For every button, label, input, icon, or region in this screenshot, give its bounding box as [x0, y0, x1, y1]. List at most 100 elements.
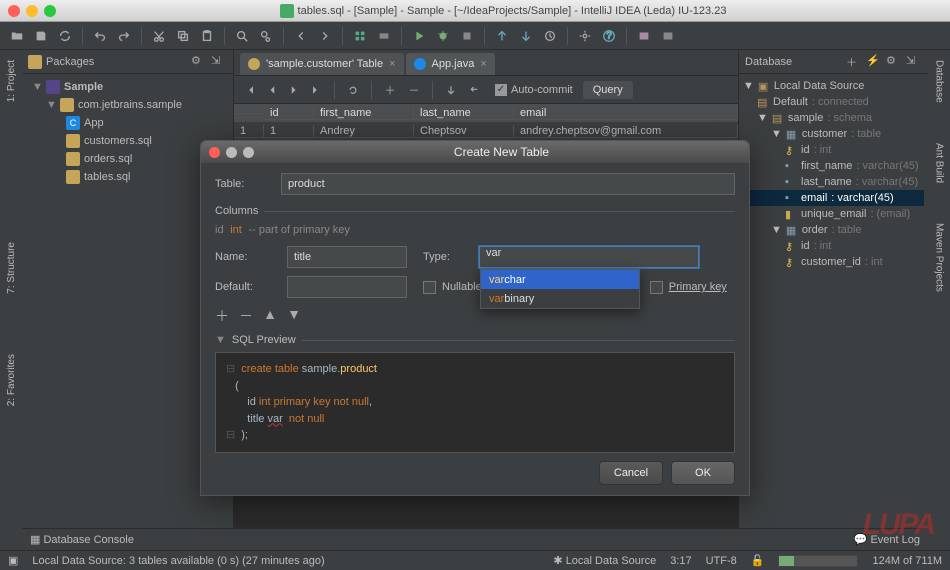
autocomplete-item[interactable]: varchar: [481, 270, 639, 289]
replace-icon[interactable]: [255, 25, 277, 47]
cut-icon[interactable]: [148, 25, 170, 47]
sync-icon[interactable]: [54, 25, 76, 47]
column-name-input[interactable]: title: [287, 246, 407, 268]
db-col[interactable]: ▪last_name: varchar(45): [743, 174, 924, 190]
sql-preview-section[interactable]: ▼SQL Preview: [215, 334, 735, 346]
remove-row-icon[interactable]: －: [404, 80, 424, 100]
status-toggle-icon[interactable]: ▣: [8, 554, 18, 567]
cancel-button[interactable]: Cancel: [599, 461, 663, 485]
close-icon[interactable]: ×: [389, 58, 395, 70]
tool1-icon[interactable]: [633, 25, 655, 47]
strip-database[interactable]: Database: [934, 56, 945, 107]
prev-page-icon[interactable]: [262, 80, 282, 100]
status-caret[interactable]: 3:17: [670, 555, 691, 567]
copy-icon[interactable]: [172, 25, 194, 47]
checkbox-icon[interactable]: ✓: [495, 84, 507, 96]
undo-icon[interactable]: [89, 25, 111, 47]
default-input[interactable]: [287, 276, 407, 298]
strip-maven[interactable]: Maven Projects: [934, 219, 945, 296]
filter-icon[interactable]: ⚡: [866, 54, 882, 70]
db-col[interactable]: ⚷id: int: [743, 142, 924, 158]
table-name-input[interactable]: product: [281, 173, 735, 195]
debug-icon[interactable]: [432, 25, 454, 47]
status-ds[interactable]: ✱ Local Data Source: [553, 554, 656, 567]
close-icon[interactable]: [209, 147, 220, 158]
db-table-order[interactable]: ▼▦order: table: [743, 222, 924, 238]
tree-item-tables[interactable]: tables.sql: [26, 168, 229, 186]
tree-root[interactable]: ▼Sample: [26, 78, 229, 96]
cell[interactable]: Andrey: [314, 125, 414, 138]
strip-project[interactable]: 1: Project: [6, 56, 17, 106]
save-icon[interactable]: [30, 25, 52, 47]
col-last-name[interactable]: last_name: [414, 107, 514, 120]
db-col[interactable]: ⚷id: int: [743, 238, 924, 254]
auto-commit[interactable]: ✓ Auto-commit: [489, 84, 579, 96]
run-config-icon[interactable]: [373, 25, 395, 47]
minimize-icon[interactable]: [26, 5, 38, 17]
run-icon[interactable]: [408, 25, 430, 47]
db-col-email[interactable]: ▪email: varchar(45): [743, 190, 924, 206]
cell[interactable]: Cheptsov: [414, 125, 514, 138]
forward-icon[interactable]: [314, 25, 336, 47]
reload-icon[interactable]: [343, 80, 363, 100]
db-default[interactable]: ▤Default: connected: [743, 94, 924, 110]
grid-row[interactable]: 1 1 Andrey Cheptsov andrey.cheptsov@gmai…: [234, 122, 738, 140]
nullable-checkbox[interactable]: Nullable: [423, 281, 482, 294]
db-col[interactable]: ▪first_name: varchar(45): [743, 158, 924, 174]
db-col[interactable]: ⚷customer_id: int: [743, 254, 924, 270]
tree-item-app[interactable]: CApp: [26, 114, 229, 132]
move-up-icon[interactable]: ▲: [263, 306, 277, 326]
collapse-icon[interactable]: ⇲: [906, 54, 922, 70]
project-pane-title[interactable]: Packages: [46, 56, 187, 68]
build-icon[interactable]: [349, 25, 371, 47]
col-first-name[interactable]: first_name: [314, 107, 414, 120]
add-column-icon[interactable]: ＋: [215, 306, 229, 326]
remove-column-icon[interactable]: －: [239, 306, 253, 326]
paste-icon[interactable]: [196, 25, 218, 47]
query-button[interactable]: Query: [583, 81, 633, 99]
maximize-icon[interactable]: [44, 5, 56, 17]
db-table-customer[interactable]: ▼▦customer: table: [743, 126, 924, 142]
help-icon[interactable]: ?: [598, 25, 620, 47]
add-ds-icon[interactable]: ＋: [846, 54, 862, 70]
close-icon[interactable]: [8, 5, 20, 17]
vcs-history-icon[interactable]: [539, 25, 561, 47]
status-encoding[interactable]: UTF-8: [706, 555, 737, 567]
revert-icon[interactable]: [465, 80, 485, 100]
db-index[interactable]: ▮unique_email: (email): [743, 206, 924, 222]
checkbox-icon[interactable]: [650, 281, 663, 294]
col-id[interactable]: id: [264, 107, 314, 120]
checkbox-icon[interactable]: [423, 281, 436, 294]
strip-antbuild[interactable]: Ant Build: [934, 139, 945, 187]
cell[interactable]: andrey.cheptsov@gmail.com: [514, 125, 738, 138]
column-type-input[interactable]: var varchar varbinary: [479, 246, 699, 268]
ok-button[interactable]: OK: [671, 461, 735, 485]
tree-item-orders[interactable]: orders.sql: [26, 150, 229, 168]
cell[interactable]: 1: [264, 125, 314, 138]
close-icon[interactable]: ×: [480, 58, 486, 70]
db-schema[interactable]: ▼▤sample: schema: [743, 110, 924, 126]
move-down-icon[interactable]: ▼: [287, 306, 301, 326]
status-lock-icon[interactable]: 🔓: [751, 554, 765, 567]
primarykey-checkbox[interactable]: Primary key: [650, 281, 727, 294]
strip-structure[interactable]: 7: Structure: [6, 238, 17, 298]
memory-bar[interactable]: [778, 555, 858, 567]
gear-icon[interactable]: ⚙: [886, 54, 902, 70]
vcs-commit-icon[interactable]: [515, 25, 537, 47]
tw-dbconsole[interactable]: ▦ Database Console: [30, 533, 134, 546]
autocomplete-item[interactable]: varbinary: [481, 289, 639, 308]
vcs-update-icon[interactable]: [491, 25, 513, 47]
next-page-icon[interactable]: [284, 80, 304, 100]
settings-icon[interactable]: [574, 25, 596, 47]
redo-icon[interactable]: [113, 25, 135, 47]
last-page-icon[interactable]: [306, 80, 326, 100]
col-email[interactable]: email: [514, 107, 738, 120]
stop-icon[interactable]: [456, 25, 478, 47]
strip-favorites[interactable]: 2: Favorites: [6, 350, 17, 410]
tool2-icon[interactable]: [657, 25, 679, 47]
tab-customer-table[interactable]: 'sample.customer' Table ×: [240, 53, 404, 75]
first-page-icon[interactable]: [240, 80, 260, 100]
back-icon[interactable]: [290, 25, 312, 47]
add-row-icon[interactable]: ＋: [380, 80, 400, 100]
gear-icon[interactable]: ⚙: [191, 54, 207, 70]
